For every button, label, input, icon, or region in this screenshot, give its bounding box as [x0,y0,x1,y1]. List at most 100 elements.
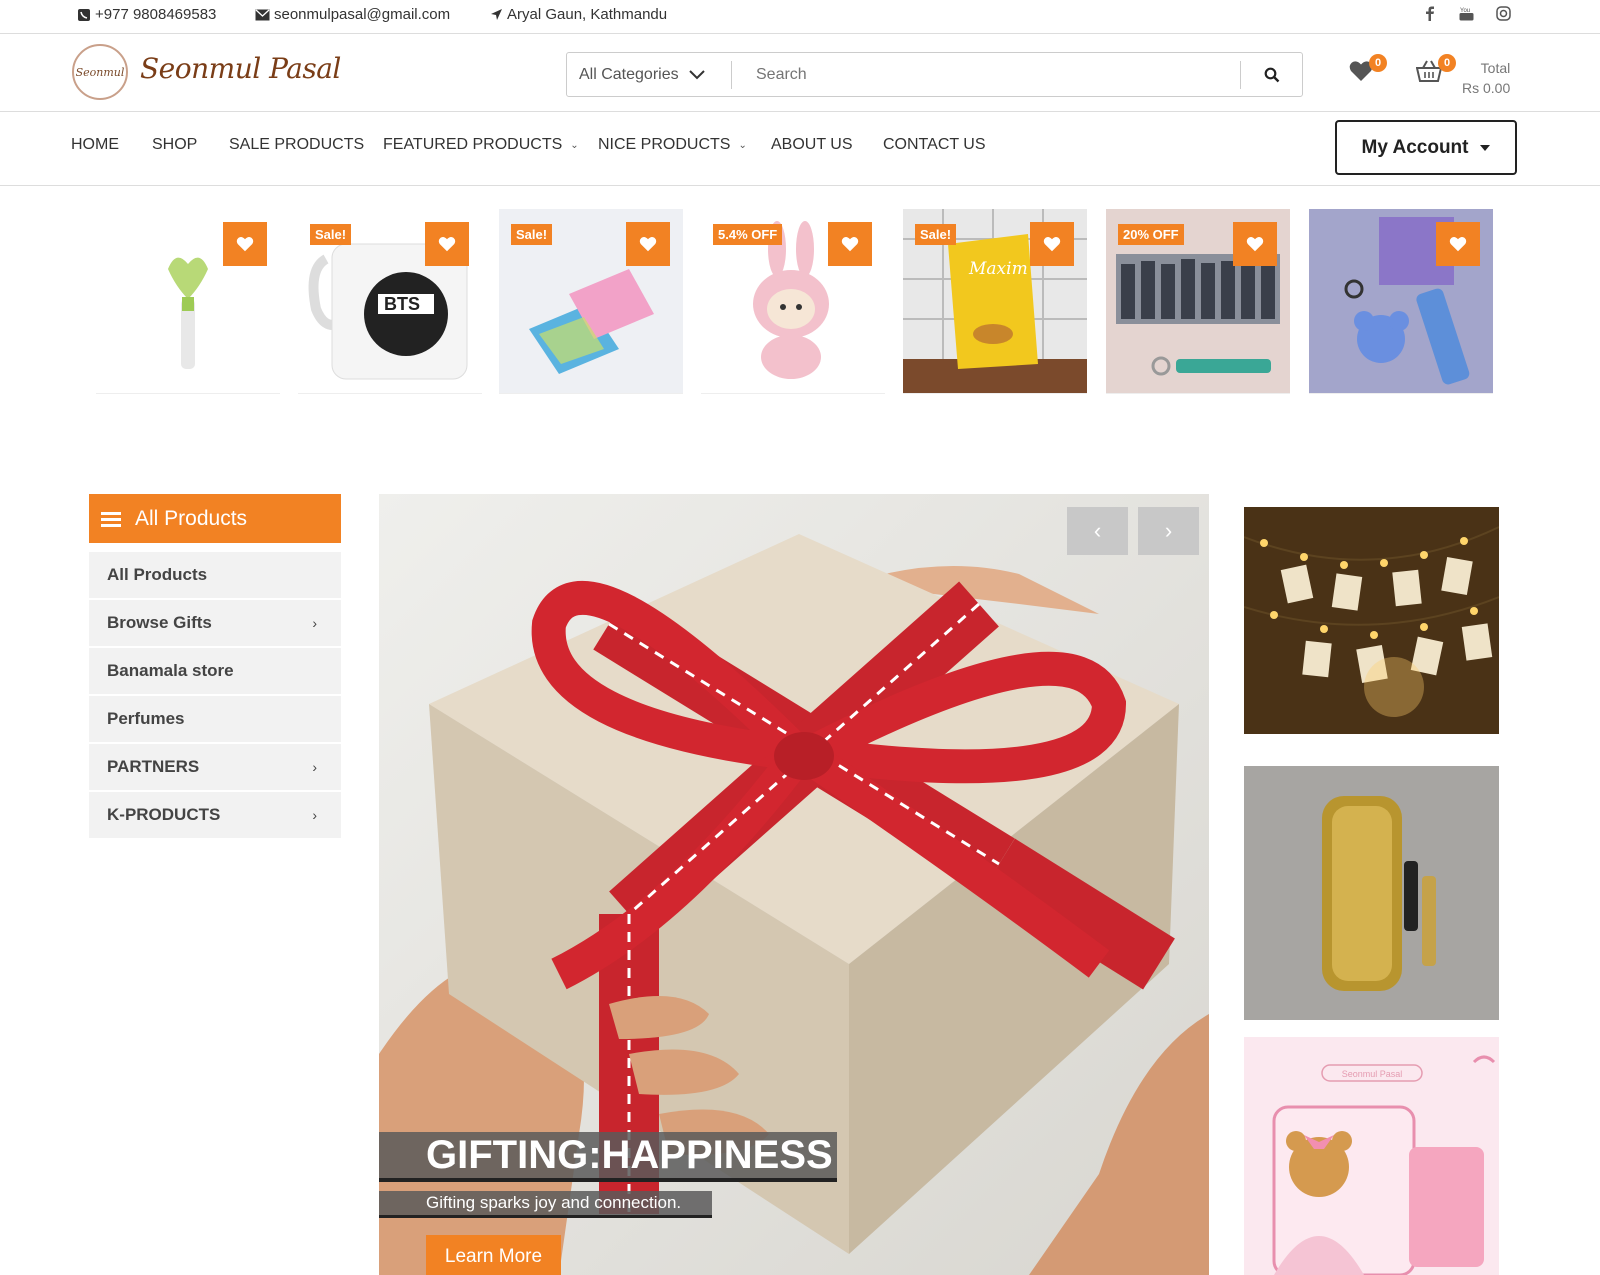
hero-prev-button[interactable]: ‹ [1067,507,1128,555]
youtube-icon[interactable]: You [1459,6,1474,25]
site-header: Seonmul Seonmul Pasal All Categories 0 0… [0,34,1600,112]
envelope-icon [255,9,270,20]
wishlist-add-button[interactable] [1233,222,1277,266]
main-navigation: HOME SHOP SALE PRODUCTS FEATURED PRODUCT… [0,112,1600,186]
all-products-menu-header[interactable]: All Products [89,494,341,543]
product-card[interactable]: BTS Sale! [298,209,482,394]
cart-count-badge: 0 [1438,54,1456,72]
nav-contact-us[interactable]: CONTACT US [883,136,986,154]
chevron-down-icon: ⌄ [570,139,579,151]
facebook-icon[interactable] [1425,6,1435,25]
instagram-icon[interactable] [1496,6,1511,25]
sale-tag: Sale! [915,224,957,245]
promo-image: Seonmul Pasal [1244,1037,1499,1275]
promo-banner-bear[interactable]: Seonmul Pasal [1244,1037,1499,1275]
cart-button[interactable]: 0 [1415,54,1456,87]
category-item-all-products[interactable]: All Products [89,552,341,599]
promo-image [1244,766,1499,1020]
category-item-partners[interactable]: PARTNERS › [89,744,341,791]
category-item-perfumes[interactable]: Perfumes [89,696,341,743]
nav-featured-products-label: FEATURED PRODUCTS [383,136,563,153]
hero-subtitle: Gifting sparks joy and connection. [379,1191,712,1218]
nav-shop-label: SHOP [152,136,198,153]
search-button[interactable] [1240,60,1302,89]
search-icon [1264,67,1279,82]
promo-banner-perfume[interactable] [1244,766,1499,1020]
category-label: PARTNERS [107,757,200,776]
category-select-value: All Categories [579,65,679,83]
chevron-left-icon: ‹ [1093,518,1102,543]
nav-nice-products[interactable]: NICE PRODUCTS ⌄ [598,136,747,154]
logo-emblem-text: Seonmul [75,65,125,79]
logo-emblem[interactable]: Seonmul [72,44,128,100]
category-list: All Products Browse Gifts › Banamala stor… [89,552,341,840]
sale-tag: Sale! [310,224,352,245]
wishlist-add-button[interactable] [223,222,267,266]
category-select[interactable]: All Categories [567,60,732,89]
product-card[interactable]: Sale! [499,209,683,394]
learn-more-button[interactable]: Learn More [426,1235,561,1275]
location-arrow-icon [491,9,502,20]
product-card[interactable]: 5.4% OFF [701,209,885,394]
category-label: Browse Gifts [107,613,212,632]
cart-total[interactable]: Total Rs 0.00 [1462,58,1510,98]
wishlist-add-button[interactable] [1436,222,1480,266]
product-card[interactable] [1309,209,1493,394]
search-input[interactable] [732,54,1240,95]
svg-text:You: You [1460,8,1470,14]
svg-text:BTS: BTS [384,294,420,314]
caret-down-icon [1480,144,1491,151]
nav-about-us[interactable]: ABOUT US [771,136,853,154]
product-card[interactable]: Maxim Sale! [903,209,1087,394]
phone-icon [78,8,90,21]
heart-icon [1043,237,1061,252]
chevron-right-icon: › [312,615,317,631]
hero-slider[interactable]: ‹ › GIFTING:HAPPINESS Gifting sparks joy… [379,494,1209,1275]
wishlist-add-button[interactable] [828,222,872,266]
category-item-k-products[interactable]: K-PRODUCTS › [89,792,341,839]
location-text: Aryal Gaun, Kathmandu [507,6,668,23]
heart-icon [236,237,254,252]
top-bar: +977 9808469583 seonmulpasal@gmail.com A… [0,0,1600,34]
nav-sale-products[interactable]: SALE PRODUCTS [229,136,364,154]
chevron-right-icon: › [312,759,317,775]
category-label: Perfumes [107,709,185,728]
heart-icon [1246,237,1264,252]
category-item-banamala-store[interactable]: Banamala store [89,648,341,695]
nav-featured-products[interactable]: FEATURED PRODUCTS ⌄ [383,136,579,154]
nav-home[interactable]: HOME [71,136,119,154]
phone-number: +977 9808469583 [95,6,217,23]
hero-next-button[interactable]: › [1138,507,1199,555]
product-card[interactable]: 20% OFF [1106,209,1290,394]
chevron-down-icon [688,69,705,79]
chevron-right-icon: › [1164,518,1173,543]
category-label: Banamala store [107,661,234,680]
promo-banner-lights[interactable] [1244,507,1499,734]
chevron-down-icon: ⌄ [738,139,747,151]
category-label: K-PRODUCTS [107,805,221,824]
my-account-label: My Account [1361,136,1469,158]
product-card[interactable] [96,209,280,394]
discount-tag: 5.4% OFF [713,224,783,245]
email-contact[interactable]: seonmulpasal@gmail.com [255,6,450,23]
logo-wordmark[interactable]: Seonmul Pasal [140,52,341,85]
svg-text:Maxim: Maxim [968,259,1028,279]
wishlist-add-button[interactable] [425,222,469,266]
cart-total-value: Rs 0.00 [1462,80,1511,96]
phone-contact[interactable]: +977 9808469583 [77,6,216,23]
heart-icon [841,237,859,252]
wishlist-button[interactable]: 0 [1349,54,1387,87]
search-bar: All Categories [566,52,1303,97]
wishlist-add-button[interactable] [626,222,670,266]
my-account-button[interactable]: My Account [1335,120,1517,175]
cart-total-label: Total [1480,60,1511,76]
category-item-browse-gifts[interactable]: Browse Gifts › [89,600,341,647]
hero-title: GIFTING:HAPPINESS [379,1132,837,1182]
nav-home-label: HOME [71,136,119,153]
wishlist-add-button[interactable] [1030,222,1074,266]
nav-shop[interactable]: SHOP [152,136,197,154]
location-contact: Aryal Gaun, Kathmandu [490,6,667,23]
wishlist-count-badge: 0 [1369,54,1387,72]
email-address: seonmulpasal@gmail.com [274,6,451,23]
heart-icon [438,237,456,252]
